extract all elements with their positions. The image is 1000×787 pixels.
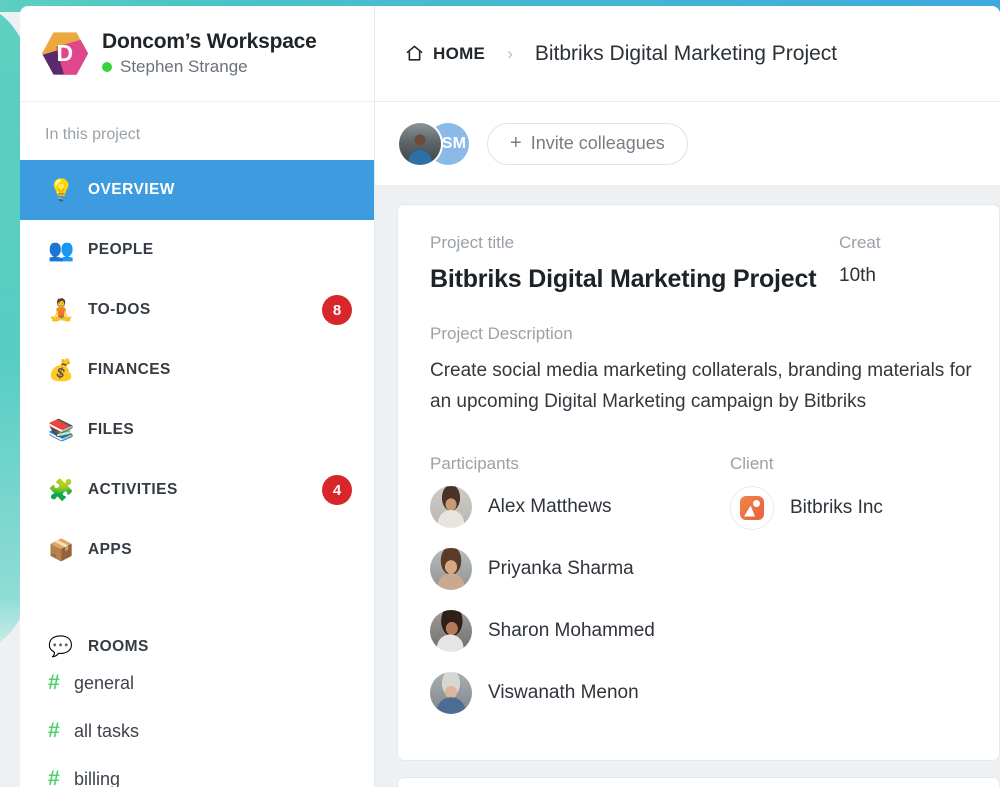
home-icon [406, 45, 423, 61]
workspace-header[interactable]: D Doncom’s Workspace Stephen Strange [20, 6, 374, 102]
participant-avatar [430, 671, 472, 714]
room-name: general [74, 672, 135, 693]
invite-colleagues-button[interactable]: + Invite colleagues [487, 122, 688, 165]
client-logo-icon [730, 485, 774, 530]
sidebar-item-label: FINANCES [88, 361, 171, 378]
room-item-general[interactable]: # general [20, 659, 374, 707]
sidebar-item-label: FILES [88, 421, 135, 438]
room-item-billing[interactable]: # billing [20, 755, 374, 787]
breadcrumb-home-label: HOME [433, 43, 486, 63]
speech-bubble-icon: 💬 [48, 636, 73, 658]
hash-icon: # [48, 719, 60, 742]
sidebar-item-label: PEOPLE [88, 241, 154, 258]
client-label: Client [730, 453, 774, 473]
sidebar-item-files[interactable]: 📚 FILES [20, 400, 374, 460]
sidebar: D Doncom’s Workspace Stephen Strange In … [20, 6, 375, 787]
sidebar-item-label: OVERVIEW [88, 181, 175, 198]
member-avatar-stack[interactable]: SM [397, 122, 469, 165]
plus-icon: + [510, 132, 522, 154]
participant-row[interactable]: Sharon Mohammed [430, 609, 730, 652]
project-description-block: Project Description Create social media … [430, 324, 999, 418]
sidebar-item-badge: 4 [322, 475, 352, 505]
books-icon: 📚 [48, 418, 75, 442]
rooms-header[interactable]: 💬 ROOMS [20, 602, 374, 659]
person-meditating-icon: 🧘 [48, 298, 75, 322]
sidebar-item-overview[interactable]: 💡 OVERVIEW [20, 160, 374, 220]
client-column: Client Bitbriks Inc [730, 454, 999, 734]
participant-row[interactable]: Priyanka Sharma [430, 547, 730, 590]
sidebar-item-label: TO-DOS [88, 301, 151, 318]
room-item-all-tasks[interactable]: # all tasks [20, 707, 374, 755]
main-area: HOME › Bitbriks Digital Marketing Projec… [375, 6, 1000, 787]
lightbulb-icon: 💡 [48, 178, 75, 202]
room-name: all tasks [74, 720, 140, 741]
nav-section-caption: In this project [45, 126, 141, 143]
sidebar-item-apps[interactable]: 📦 APPS [20, 520, 374, 580]
project-created-block: Creat 10th [839, 233, 999, 294]
participant-name: Viswanath Menon [488, 681, 639, 703]
hash-icon: # [48, 671, 60, 694]
client-row[interactable]: Bitbriks Inc [730, 485, 999, 530]
workspace-logo-icon: D [42, 31, 88, 77]
workspace-title: Doncom’s Workspace [102, 30, 317, 53]
online-status-dot-icon [102, 62, 112, 72]
people-icon: 👥 [48, 238, 75, 262]
breadcrumb-home-link[interactable]: HOME [405, 44, 485, 64]
project-description-label: Project Description [430, 324, 573, 343]
workspace-logo-letter: D [56, 40, 74, 66]
participant-row[interactable]: Viswanath Menon [430, 671, 730, 714]
sidebar-item-people[interactable]: 👥 PEOPLE [20, 220, 374, 280]
project-header-row: Project title Bitbriks Digital Marketing… [430, 233, 999, 294]
invite-colleagues-label: Invite colleagues [530, 133, 665, 153]
participant-row[interactable]: Alex Matthews [430, 485, 730, 528]
project-created-label: Creat [839, 233, 881, 252]
sidebar-item-finances[interactable]: 💰 FINANCES [20, 340, 374, 400]
sidebar-item-label: ACTIVITIES [88, 481, 178, 498]
rooms-label: ROOMS [88, 637, 149, 655]
project-created-value: 10th [839, 265, 876, 286]
participants-label: Participants [430, 453, 519, 473]
rooms-list: # general # all tasks # billing [20, 659, 374, 787]
project-title-label: Project title [430, 233, 515, 252]
project-title-value: Bitbriks Digital Marketing Project [430, 265, 817, 293]
members-bar: SM + Invite colleagues [375, 102, 1000, 186]
hash-icon: # [48, 767, 60, 787]
breadcrumb-separator-icon: › [507, 43, 513, 63]
puzzle-piece-icon: 🧩 [48, 478, 75, 502]
project-nav: In this project 💡 OVERVIEW 👥 PEOPLE 🧘 TO-DOS 8… [20, 102, 374, 580]
project-people-row: Participants Alex Matthews Priyanka Sharm… [430, 454, 999, 734]
money-bag-icon: 💰 [48, 358, 75, 382]
breadcrumb-bar: HOME › Bitbriks Digital Marketing Projec… [375, 6, 1000, 102]
participants-column: Participants Alex Matthews Priyanka Sharm… [430, 454, 730, 734]
participant-avatar [430, 609, 472, 652]
participant-name: Priyanka Sharma [488, 557, 634, 579]
member-photo-avatar[interactable] [399, 122, 441, 165]
secondary-card [397, 776, 1000, 787]
participant-avatar [430, 485, 472, 528]
project-description-value: Create social media marketing collateral… [430, 360, 972, 412]
participant-avatar [430, 547, 472, 590]
sidebar-item-badge: 8 [322, 295, 352, 325]
participant-name: Sharon Mohammed [488, 619, 655, 641]
package-icon: 📦 [48, 538, 75, 562]
content-scroll-area[interactable]: Project title Bitbriks Digital Marketing… [375, 186, 1000, 787]
participant-name: Alex Matthews [488, 495, 612, 517]
project-overview-card: Project title Bitbriks Digital Marketing… [397, 204, 1000, 761]
workspace-user: Stephen Strange [102, 57, 317, 77]
app-window: D Doncom’s Workspace Stephen Strange In … [20, 6, 1000, 787]
sidebar-item-label: APPS [88, 541, 133, 558]
breadcrumb-current-page: Bitbriks Digital Marketing Project [534, 41, 838, 65]
client-name: Bitbriks Inc [790, 496, 883, 518]
room-name: billing [74, 768, 121, 787]
sidebar-item-activities[interactable]: 🧩 ACTIVITIES 4 [20, 460, 374, 520]
sidebar-item-to-dos[interactable]: 🧘 TO-DOS 8 [20, 280, 374, 340]
workspace-user-name: Stephen Strange [120, 57, 248, 76]
